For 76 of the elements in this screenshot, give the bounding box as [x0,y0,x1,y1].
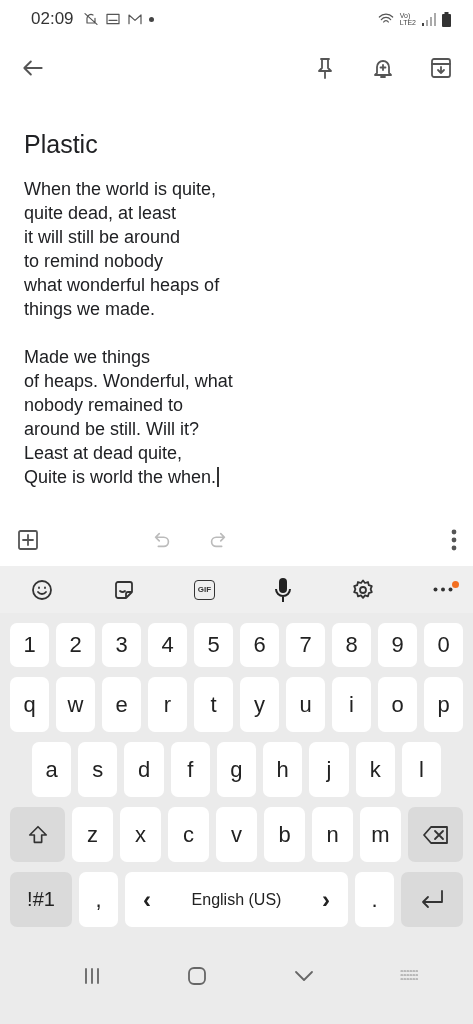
note-text-line: to remind nobody [24,250,164,273]
keyboard-key[interactable]: f [170,742,210,797]
battery-icon [442,11,451,27]
keyboard-key[interactable]: o [378,677,417,732]
backspace-icon [421,823,450,846]
keyboard-key[interactable]: t [194,677,233,732]
keyboard-key[interactable]: x [120,807,161,862]
keyboard-key[interactable]: 5 [194,623,233,667]
keyboard-key[interactable]: h [263,742,303,797]
keyboard-key[interactable]: q [10,677,49,732]
keyboard-key[interactable]: j [309,742,349,797]
keyboard-key[interactable]: 1 [10,623,49,667]
keyboard-key[interactable]: a [32,742,72,797]
notification-off-icon [82,11,99,27]
more-options-button[interactable] [451,528,457,551]
keyboard-key[interactable]: n [312,807,353,862]
home-button[interactable] [186,964,209,987]
note-text-line: Made we things [24,346,151,369]
space-key[interactable]: ‹ English (US) › [125,872,348,927]
keyboard-key[interactable]: , [79,872,118,927]
keyboard-key[interactable]: y [240,677,279,732]
keyboard-key[interactable]: r [148,677,187,732]
enter-key[interactable] [401,872,463,927]
keyboard-key[interactable]: . [355,872,394,927]
keyboard-key[interactable]: z [72,807,113,862]
keyboard-key[interactable]: m [360,807,401,862]
keyboard-key[interactable]: l [401,742,441,797]
backspace-key[interactable] [408,807,463,862]
emoji-button[interactable] [30,577,54,602]
keyboard-key[interactable]: 2 [56,623,95,667]
shift-key[interactable] [10,807,65,862]
dot-icon [148,16,154,22]
keyboard-key[interactable]: 3 [102,623,141,667]
note-text-line: what wonderful heaps of [24,274,220,297]
note-text-line: nobody remained to [24,394,184,417]
keyboard-key[interactable]: p [424,677,463,732]
settings-button[interactable] [351,577,375,602]
hide-keyboard-button[interactable] [292,968,315,983]
note-text-line: quite dead, at least [24,202,177,225]
text-cursor [217,467,219,487]
archive-button[interactable] [429,56,453,80]
image-icon [104,11,121,27]
keyboard-key[interactable]: 0 [424,623,463,667]
keyboard-key[interactable]: k [355,742,395,797]
keyboard-key[interactable]: i [332,677,371,732]
keyboard-key[interactable]: 6 [240,623,279,667]
keyboard-key[interactable]: 4 [148,623,187,667]
add-button[interactable] [16,527,40,552]
keyboard-key[interactable]: 9 [378,623,417,667]
more-button[interactable] [433,587,453,592]
note-text-line: around be still. Will it? [24,418,200,441]
note-text-line: things we made. [24,298,156,321]
note-text-line: When the world is quite, [24,178,217,201]
keyboard-key[interactable]: s [78,742,118,797]
symbols-key[interactable]: !#1 [10,872,72,927]
keyboard-key[interactable]: 8 [332,623,371,667]
status-time: 02:09 [31,9,74,29]
keyboard-key[interactable]: v [216,807,257,862]
note-text-line: Least at dead quite, [24,442,183,465]
shift-icon [26,823,49,846]
keyboard-key[interactable]: 7 [286,623,325,667]
microphone-button[interactable] [273,576,293,603]
keyboard-key[interactable]: d [124,742,164,797]
gif-button[interactable]: GIF [194,579,215,600]
note-title[interactable]: Plastic [24,130,449,159]
keyboard-key[interactable]: c [168,807,209,862]
keyboard-key[interactable]: w [56,677,95,732]
note-text-line: of heaps. Wonderful, what [24,370,233,393]
signal-icon [422,12,436,26]
keyboard-key[interactable]: e [102,677,141,732]
keyboard-key[interactable]: u [286,677,325,732]
note-text-line: it will still be around [24,226,181,249]
keyboard-key[interactable]: g [216,742,257,797]
note-text-line: Quite is world the when. [24,466,217,489]
wifi-icon [377,12,394,26]
keyboard-key[interactable]: b [264,807,305,862]
